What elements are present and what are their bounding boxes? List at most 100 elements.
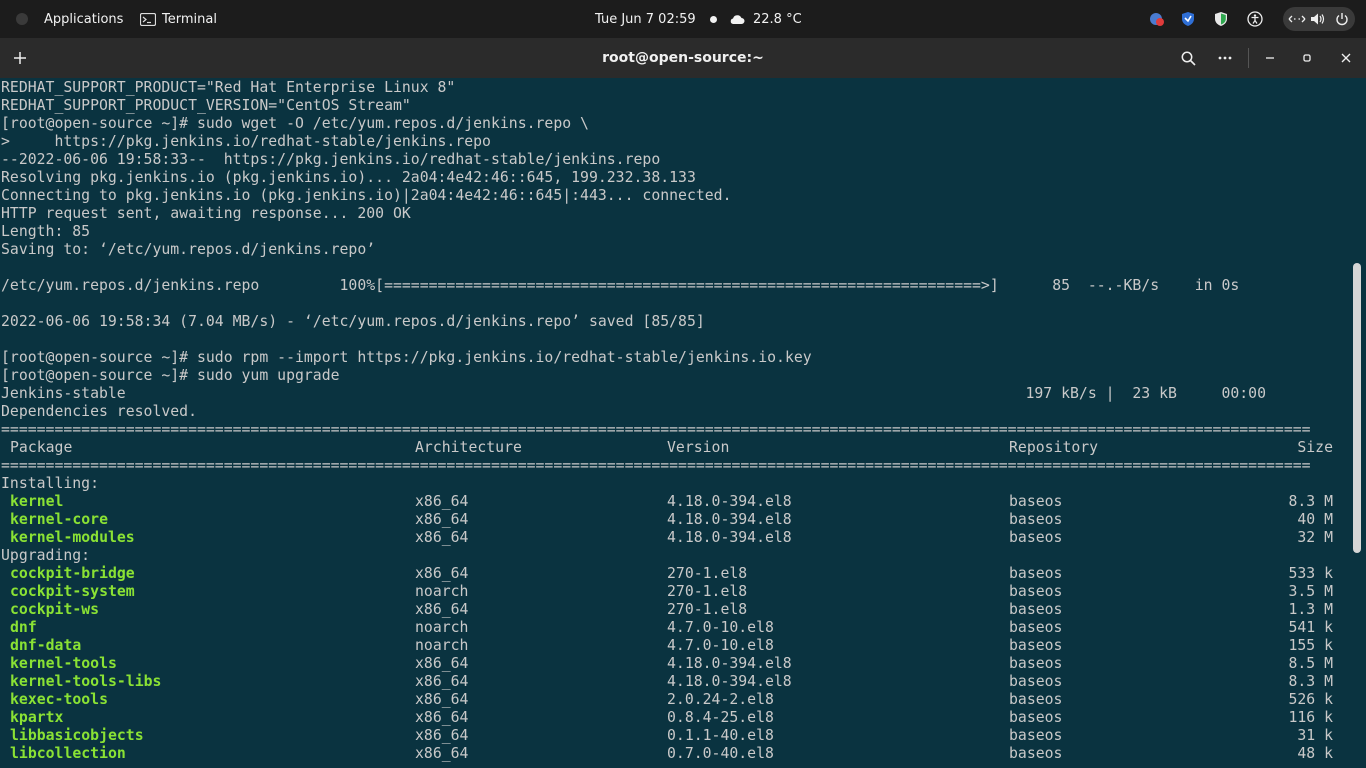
package-arch: x86_64 bbox=[415, 493, 469, 510]
cloud-icon bbox=[730, 14, 745, 24]
package-repo: baseos bbox=[1009, 601, 1063, 618]
tray-accessibility[interactable] bbox=[1246, 0, 1264, 38]
package-size: 48 k bbox=[1297, 745, 1333, 762]
restore-icon bbox=[1303, 54, 1311, 62]
package-version: 270-1.el8 bbox=[667, 565, 748, 582]
package-repo: baseos bbox=[1009, 583, 1063, 600]
package-name: libbasicobjects bbox=[10, 727, 144, 744]
column-header-version: Version bbox=[667, 439, 730, 456]
package-name: kpartx bbox=[10, 709, 64, 726]
datetime-text: Tue Jun 7 02:59 bbox=[595, 11, 696, 27]
package-name: cockpit-ws bbox=[10, 601, 100, 618]
download-progress-line: /etc/yum.repos.d/jenkins.repo 100%[=====… bbox=[1, 277, 1240, 294]
package-version: 270-1.el8 bbox=[667, 583, 748, 600]
package-repo: baseos bbox=[1009, 691, 1063, 708]
menu-button[interactable] bbox=[1210, 38, 1240, 78]
weather-text: 22.8 °C bbox=[753, 11, 802, 27]
tray-security[interactable] bbox=[1212, 0, 1230, 38]
package-name: cockpit-system bbox=[10, 583, 135, 600]
volume-indicator bbox=[1309, 0, 1327, 38]
package-size: 1.3 M bbox=[1288, 601, 1333, 618]
package-version: 4.7.0-10.el8 bbox=[667, 619, 774, 636]
terminal-app-label: Terminal bbox=[162, 11, 217, 27]
package-repo: baseos bbox=[1009, 619, 1063, 636]
package-arch: noarch bbox=[415, 637, 469, 654]
notification-dot-icon bbox=[709, 15, 717, 23]
network-wired-icon bbox=[1288, 10, 1306, 28]
restore-button[interactable] bbox=[1292, 38, 1322, 78]
terminal-line: Length: 85 bbox=[1, 223, 91, 240]
table-separator: ========================================… bbox=[1, 457, 1311, 474]
package-version: 2.0.24-2.el8 bbox=[667, 691, 774, 708]
header-divider bbox=[1248, 48, 1249, 68]
terminal-line: 2022-06-06 19:58:34 (7.04 MB/s) - ‘/etc/… bbox=[1, 313, 705, 330]
package-repo: baseos bbox=[1009, 673, 1063, 690]
terminal-app-menu[interactable]: Terminal bbox=[140, 0, 217, 38]
package-version: 0.7.0-40.el8 bbox=[667, 745, 774, 762]
package-name: dnf bbox=[10, 619, 37, 636]
package-repo: baseos bbox=[1009, 637, 1063, 654]
terminal-scrollbar[interactable] bbox=[1353, 263, 1361, 553]
column-header-architecture: Architecture bbox=[415, 439, 522, 456]
applications-menu[interactable]: Applications bbox=[44, 0, 123, 38]
package-size: 8.5 M bbox=[1288, 655, 1333, 672]
shield-icon bbox=[1179, 10, 1197, 28]
package-arch: x86_64 bbox=[415, 727, 469, 744]
terminal-header-bar: root@open-source:~ bbox=[0, 38, 1366, 78]
package-size: 526 k bbox=[1288, 691, 1333, 708]
package-size: 8.3 M bbox=[1288, 673, 1333, 690]
package-repo: baseos bbox=[1009, 529, 1063, 546]
package-arch: x86_64 bbox=[415, 673, 469, 690]
package-arch: noarch bbox=[415, 619, 469, 636]
applications-label: Applications bbox=[44, 11, 124, 27]
close-button[interactable] bbox=[1331, 38, 1361, 78]
package-repo: baseos bbox=[1009, 511, 1063, 528]
package-version: 4.18.0-394.el8 bbox=[667, 673, 792, 690]
package-name: cockpit-bridge bbox=[10, 565, 135, 582]
package-arch: x86_64 bbox=[415, 565, 469, 582]
power-icon bbox=[1333, 10, 1351, 28]
activities-icon bbox=[16, 13, 28, 25]
package-repo: baseos bbox=[1009, 727, 1063, 744]
terminal-line: Jenkins-stable 197 kB/s | 23 kB 00:00 bbox=[1, 385, 1267, 402]
column-header-repository: Repository bbox=[1009, 439, 1099, 456]
terminal-line: Dependencies resolved. bbox=[1, 403, 197, 420]
terminal-icon bbox=[140, 12, 156, 26]
terminal-line: REDHAT_SUPPORT_PRODUCT_VERSION="CentOS S… bbox=[1, 97, 411, 114]
package-arch: x86_64 bbox=[415, 691, 469, 708]
security-shield-icon bbox=[1212, 10, 1230, 28]
terminal-line: > https://pkg.jenkins.io/redhat-stable/j… bbox=[1, 133, 491, 150]
package-size: 533 k bbox=[1288, 565, 1333, 582]
activities-button[interactable] bbox=[16, 0, 28, 38]
more-options-icon bbox=[1218, 56, 1232, 60]
window-title: root@open-source:~ bbox=[602, 50, 764, 66]
package-name: kernel bbox=[10, 493, 64, 510]
tray-record-indicator[interactable] bbox=[1148, 0, 1166, 38]
power-indicator bbox=[1333, 0, 1351, 38]
volume-icon bbox=[1309, 10, 1327, 28]
package-arch: x86_64 bbox=[415, 601, 469, 618]
package-version: 4.7.0-10.el8 bbox=[667, 637, 774, 654]
package-version: 0.8.4-25.el8 bbox=[667, 709, 774, 726]
package-version: 4.18.0-394.el8 bbox=[667, 511, 792, 528]
terminal-line: --2022-06-06 19:58:33-- https://pkg.jenk… bbox=[1, 151, 661, 168]
package-arch: x86_64 bbox=[415, 709, 469, 726]
terminal-output[interactable]: REDHAT_SUPPORT_PRODUCT="Red Hat Enterpri… bbox=[0, 78, 1350, 768]
search-button[interactable] bbox=[1173, 38, 1203, 78]
package-size: 32 M bbox=[1297, 529, 1333, 546]
screen-record-icon bbox=[1148, 10, 1166, 28]
clock[interactable]: Tue Jun 7 02:59 bbox=[595, 0, 717, 38]
package-size: 8.3 M bbox=[1288, 493, 1333, 510]
package-name: kexec-tools bbox=[10, 691, 108, 708]
package-size: 31 k bbox=[1297, 727, 1333, 744]
package-repo: baseos bbox=[1009, 745, 1063, 762]
minimize-button[interactable] bbox=[1255, 38, 1285, 78]
column-header-package: Package bbox=[10, 439, 73, 456]
column-header-size: Size bbox=[1297, 439, 1333, 456]
package-name: kernel-tools-libs bbox=[10, 673, 162, 690]
package-name: kernel-tools bbox=[10, 655, 117, 672]
package-name: dnf-data bbox=[10, 637, 82, 654]
weather-indicator[interactable]: 22.8 °C bbox=[729, 0, 802, 38]
terminal-line: Saving to: ‘/etc/yum.repos.d/jenkins.rep… bbox=[1, 241, 376, 258]
tray-shield-vpn[interactable] bbox=[1179, 0, 1197, 38]
